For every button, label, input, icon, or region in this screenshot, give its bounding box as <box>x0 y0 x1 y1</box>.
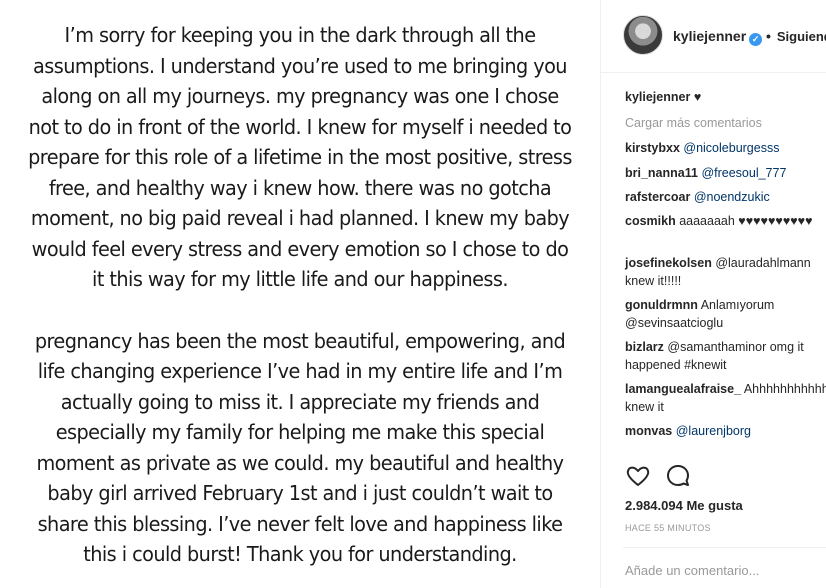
like-count[interactable]: 2.984.094 Me gusta <box>625 498 743 513</box>
list-item: monvas @laurenjborg <box>625 422 751 440</box>
comment-text[interactable]: @laurenjborg <box>676 424 751 438</box>
list-item: cosmikh aaaaaaah ♥♥♥♥♥♥♥♥♥♥ <box>625 212 826 230</box>
comments-sidebar: kyliejenner✓ • Siguiendo kyliejenner ♥ C… <box>600 0 826 588</box>
comment-icon[interactable] <box>665 463 691 489</box>
follow-button[interactable]: Siguiendo <box>777 29 826 44</box>
comment-text[interactable]: @nicoleburgesss <box>683 141 779 155</box>
comment-text[interactable]: @noendzukic <box>694 190 770 204</box>
comment-user[interactable]: josefinekolsen <box>625 256 712 270</box>
comment-user[interactable]: rafstercoar <box>625 190 690 204</box>
heart-icon[interactable] <box>625 463 651 489</box>
caption-text: ♥ <box>693 90 702 104</box>
comment-user[interactable]: gonuldrmnn <box>625 298 698 312</box>
post-paragraph-2: pregnancy has been the most beautiful, e… <box>34 328 566 567</box>
post-text: I’m sorry for keeping you in the dark th… <box>26 20 575 570</box>
header-username[interactable]: kyliejenner <box>673 28 746 44</box>
list-item: rafstercoar @noendzukic <box>625 188 770 206</box>
comment-input[interactable]: Añade un comentario... <box>625 563 759 578</box>
post-header: kyliejenner✓ • Siguiendo <box>601 0 826 73</box>
list-item: lamanguealafraise_ Ahhhhhhhhhhh knew it <box>625 380 826 416</box>
list-item: josefinekolsen @lauradahlmann knew it!!!… <box>625 254 826 290</box>
header-separator: • <box>766 28 771 44</box>
timestamp[interactable]: HACE 55 MINUTOS <box>625 523 711 533</box>
comment-user[interactable]: kirstybxx <box>625 141 680 155</box>
comment-text[interactable]: @freesoul_777 <box>701 166 786 180</box>
comment-user[interactable]: cosmikh <box>625 214 676 228</box>
comment-user[interactable]: bizlarz <box>625 340 664 354</box>
comment-text: aaaaaaah ♥♥♥♥♥♥♥♥♥♥ <box>679 214 813 228</box>
caption: kyliejenner ♥ <box>625 88 701 106</box>
caption-user[interactable]: kyliejenner <box>625 90 690 104</box>
post-image[interactable]: I’m sorry for keeping you in the dark th… <box>0 0 600 588</box>
list-item: bizlarz @samanthaminor omg it happened #… <box>625 338 826 374</box>
comment-user[interactable]: monvas <box>625 424 672 438</box>
divider <box>623 547 826 548</box>
load-more-comments-button[interactable]: Cargar más comentarios <box>625 114 762 132</box>
list-item: bri_nanna11 @freesoul_777 <box>625 164 786 182</box>
post-paragraph-1: I’m sorry for keeping you in the dark th… <box>28 23 572 291</box>
header-user: kyliejenner✓ • Siguiendo <box>673 28 826 46</box>
list-item: gonuldrmnn Anlamıyorum @sevinsaatcioglu <box>625 296 826 332</box>
comment-user[interactable]: lamanguealafraise_ <box>625 382 741 396</box>
comment-user[interactable]: bri_nanna11 <box>625 166 698 180</box>
list-item: kirstybxx @nicoleburgesss <box>625 139 779 157</box>
avatar[interactable] <box>623 15 663 55</box>
verified-badge-icon: ✓ <box>749 33 763 46</box>
